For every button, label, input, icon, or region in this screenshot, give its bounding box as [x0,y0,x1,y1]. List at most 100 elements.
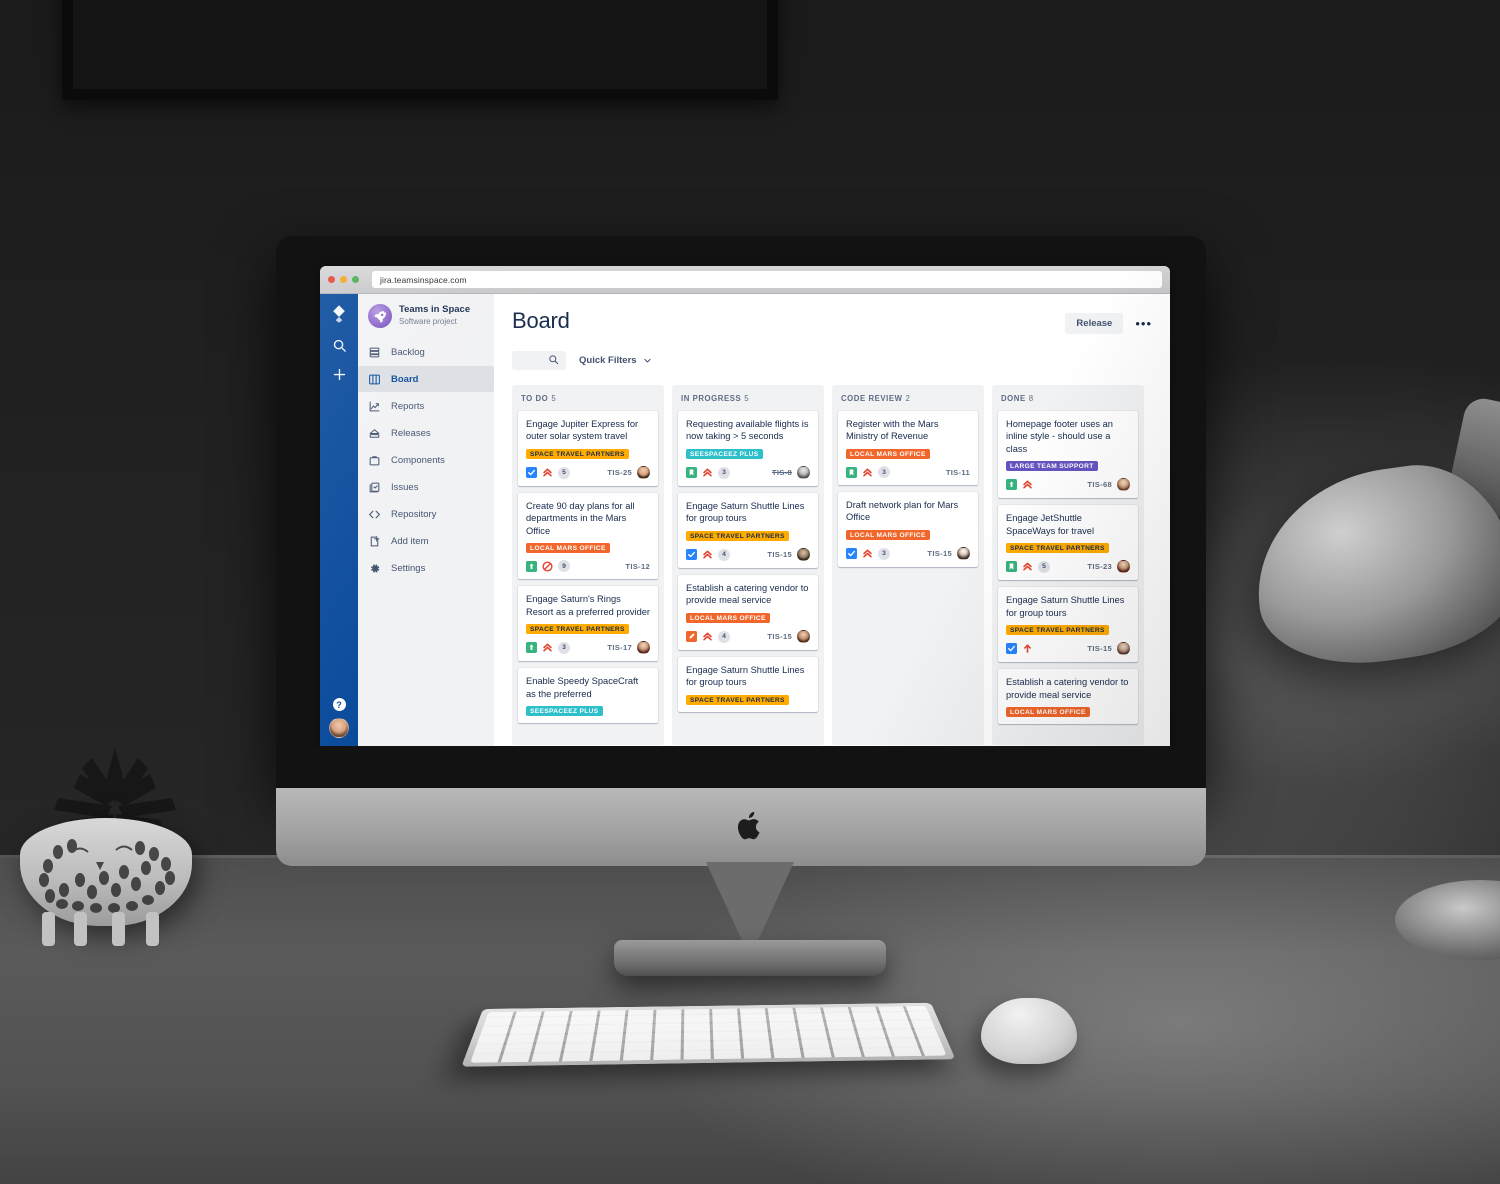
sidebar-item-backlog[interactable]: Backlog [358,339,494,365]
priority-highest-icon[interactable] [1022,561,1033,572]
board-card[interactable]: Engage Jupiter Express for outer solar s… [518,411,658,487]
sidebar-item-settings[interactable]: Settings [358,555,494,581]
sidebar-item-board[interactable]: Board [358,366,494,392]
bug-bookmark-icon[interactable] [1006,561,1017,573]
more-options-icon[interactable]: ••• [1135,317,1152,330]
card-epic-label[interactable]: LOCAL MARS OFFICE [846,448,930,460]
card-assignee-avatar[interactable] [637,641,650,655]
card-issue-key[interactable]: TIS-25 [607,468,632,477]
task-checkbox-icon[interactable] [686,549,697,561]
card-estimate-badge[interactable]: 5 [1038,560,1050,573]
search-icon[interactable] [332,338,347,353]
card-assignee-avatar[interactable] [797,630,810,644]
board-card[interactable]: Establish a catering vendor to provide m… [678,575,818,651]
priority-highest-icon[interactable] [702,631,713,642]
card-epic-label[interactable]: SPACE TRAVEL PARTNERS [526,623,629,635]
card-estimate-badge[interactable]: 4 [718,630,730,643]
sidebar-item-issues[interactable]: Issues [358,474,494,500]
board-card[interactable]: Create 90 day plans for all departments … [518,493,658,580]
board-card[interactable]: Engage Saturn Shuttle Lines for group to… [678,493,818,569]
help-icon[interactable]: ? [332,698,346,711]
quick-filters-dropdown[interactable]: Quick Filters [579,355,652,366]
priority-highest-icon[interactable] [542,467,553,478]
board-card[interactable]: Engage Saturn Shuttle Lines for group to… [998,587,1138,663]
board-card[interactable]: Enable Speedy SpaceCraft as the preferre… [518,668,658,724]
priority-highest-icon[interactable] [862,467,873,478]
window-minimize-button[interactable] [340,276,347,283]
card-epic-label[interactable]: SEESPACEEZ PLUS [686,448,763,460]
board-card[interactable]: Establish a catering vendor to provide m… [998,669,1138,725]
search-input[interactable] [512,351,566,370]
plus-icon[interactable] [332,367,347,382]
priority-highest-icon[interactable] [1022,479,1033,490]
address-bar[interactable]: jira.teamsinspace.com [372,271,1162,288]
card-epic-label[interactable]: SPACE TRAVEL PARTNERS [686,694,789,706]
task-checkbox-icon[interactable] [526,467,537,479]
sidebar-item-reports[interactable]: Reports [358,393,494,419]
story-icon[interactable] [526,642,537,654]
card-epic-label[interactable]: LOCAL MARS OFFICE [686,612,770,624]
card-estimate-badge[interactable]: 3 [878,547,890,560]
board-card[interactable]: Homepage footer uses an inline style - s… [998,411,1138,499]
card-issue-key[interactable]: TIS-15 [1087,644,1112,653]
sidebar-item-add-item[interactable]: Add item [358,528,494,554]
card-epic-label[interactable]: LOCAL MARS OFFICE [526,542,610,554]
jira-logo-icon[interactable] [329,304,349,324]
project-header[interactable]: Teams in Space Software project [358,304,494,339]
board-card[interactable]: Register with the Mars Ministry of Reven… [838,411,978,486]
bug-bookmark-icon[interactable] [686,467,697,479]
card-epic-label[interactable]: LOCAL MARS OFFICE [846,529,930,541]
priority-blocker-icon[interactable] [542,561,553,572]
card-issue-key[interactable]: TIS-68 [1087,480,1112,489]
card-issue-key[interactable]: TIS-12 [625,562,650,571]
release-button[interactable]: Release [1065,313,1124,334]
avatar[interactable] [329,718,349,738]
card-assignee-avatar[interactable] [637,466,650,480]
task-checkbox-icon[interactable] [846,548,857,560]
card-issue-key[interactable]: TIS-11 [946,468,970,477]
priority-highest-icon[interactable] [862,548,873,559]
priority-highest-icon[interactable] [702,549,713,560]
card-estimate-badge[interactable]: 9 [558,560,570,573]
card-issue-key[interactable]: TIS-15 [767,632,792,641]
card-assignee-avatar[interactable] [797,548,810,562]
card-estimate-badge[interactable]: 3 [558,641,570,654]
card-epic-label[interactable]: SPACE TRAVEL PARTNERS [1006,542,1109,554]
card-epic-label[interactable]: SPACE TRAVEL PARTNERS [526,448,629,460]
card-estimate-badge[interactable]: 4 [718,548,730,561]
window-maximize-button[interactable] [352,276,359,283]
board-card[interactable]: Requesting available flights is now taki… [678,411,818,487]
card-assignee-avatar[interactable] [797,466,810,480]
card-issue-key[interactable]: TIS-23 [1087,562,1112,571]
card-issue-key[interactable]: TIS-15 [927,549,952,558]
story-icon[interactable] [526,560,537,572]
sidebar-item-repository[interactable]: Repository [358,501,494,527]
card-assignee-avatar[interactable] [1117,642,1130,656]
board-card[interactable]: Engage Saturn Shuttle Lines for group to… [678,657,818,713]
board-card[interactable]: Draft network plan for Mars Office LOCAL … [838,492,978,568]
card-estimate-badge[interactable]: 3 [718,466,730,479]
card-assignee-avatar[interactable] [957,547,970,561]
card-epic-label[interactable]: SPACE TRAVEL PARTNERS [686,530,789,542]
sidebar-item-components[interactable]: Components [358,447,494,473]
task-checkbox-icon[interactable] [1006,643,1017,655]
bug-bookmark-icon[interactable] [846,466,857,478]
priority-highest-icon[interactable] [702,467,713,478]
card-estimate-badge[interactable]: 3 [878,466,890,479]
card-assignee-avatar[interactable] [1117,560,1130,574]
improvement-icon[interactable] [686,631,697,643]
card-epic-label[interactable]: SEESPACEEZ PLUS [526,705,603,717]
priority-high-icon[interactable] [1022,643,1033,654]
card-issue-key[interactable]: TIS-17 [607,643,632,652]
story-icon[interactable] [1006,479,1017,491]
card-issue-key[interactable]: TIS-8 [772,468,792,477]
board-card[interactable]: Engage Saturn's Rings Resort as a prefer… [518,586,658,662]
card-estimate-badge[interactable]: 5 [558,466,570,479]
card-epic-label[interactable]: LARGE TEAM SUPPORT [1006,460,1098,472]
card-epic-label[interactable]: SPACE TRAVEL PARTNERS [1006,624,1109,636]
priority-highest-icon[interactable] [542,642,553,653]
card-epic-label[interactable]: LOCAL MARS OFFICE [1006,706,1090,718]
card-assignee-avatar[interactable] [1117,478,1130,492]
window-close-button[interactable] [328,276,335,283]
board-card[interactable]: Engage JetShuttle SpaceWays for travel SP… [998,505,1138,581]
